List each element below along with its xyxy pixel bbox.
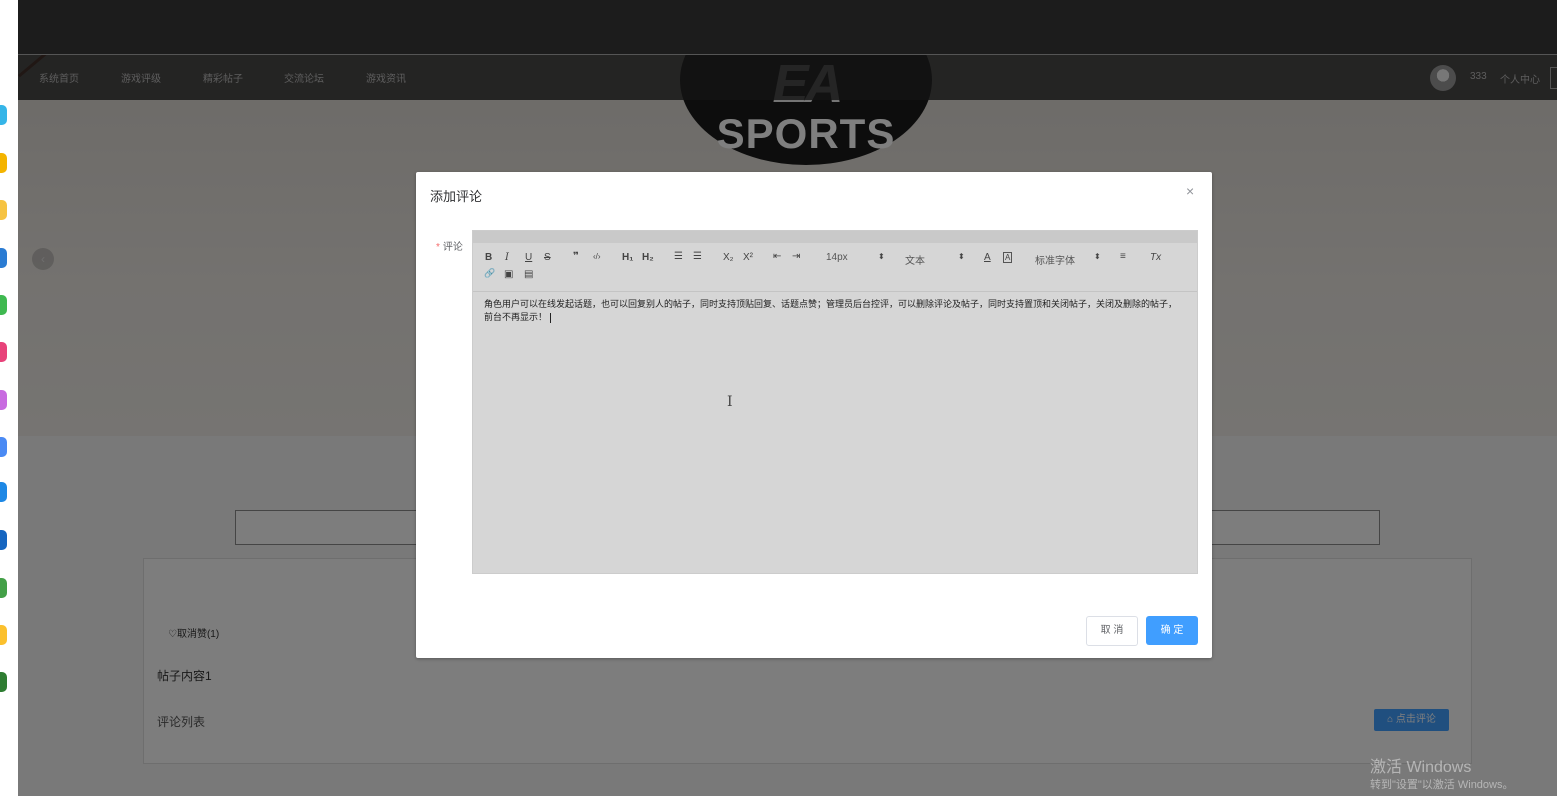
chevron-updown-icon[interactable]: ⬍ [958, 252, 965, 261]
outdent-icon[interactable]: ⇤ [773, 251, 781, 262]
font-select[interactable]: 标准字体 [1035, 252, 1075, 267]
ordered-list-icon[interactable]: ☰ [674, 251, 683, 262]
app-icon[interactable] [0, 105, 7, 125]
editor-top-strip [473, 231, 1197, 243]
bold-icon[interactable]: B [485, 252, 492, 263]
align-icon[interactable]: ≡ [1120, 251, 1126, 262]
background-color-icon[interactable]: A [1003, 252, 1013, 263]
windows-taskbar [0, 0, 19, 796]
app-icon[interactable] [0, 295, 7, 315]
confirm-button[interactable]: 确 定 [1146, 616, 1198, 645]
app-icon[interactable] [0, 390, 7, 410]
editor-text: 角色用户可以在线发起话题，也可以回复别人的帖子，同时支持顶贴回复、话题点赞；管理… [484, 299, 1178, 322]
cancel-button[interactable]: 取 消 [1086, 616, 1138, 646]
image-icon[interactable]: ▣ [504, 269, 513, 280]
app-icon[interactable] [0, 625, 7, 645]
app-icon[interactable] [0, 482, 7, 502]
link-icon[interactable]: 🔗 [484, 268, 495, 279]
text-cursor-icon: I [727, 394, 733, 410]
chevron-updown-icon[interactable]: ⬍ [1094, 252, 1101, 261]
close-icon[interactable]: × [1186, 183, 1194, 199]
comment-label-text: 评论 [442, 242, 463, 253]
header-2-icon[interactable]: H₂ [642, 252, 654, 263]
header-1-icon[interactable]: H₁ [622, 252, 633, 263]
video-icon[interactable]: ▤ [524, 269, 533, 280]
dialog-title: 添加评论 [430, 189, 483, 204]
app-icon[interactable] [0, 578, 7, 598]
windows-activation-watermark: 激活 Windows [1370, 759, 1472, 776]
code-block-icon[interactable]: ‹/› [593, 252, 601, 261]
editor-toolbar: B I U S ❞ ‹/› H₁ H₂ ☰ ☰ X₂ X² ⇤ ⇥ 14px ⬍… [473, 243, 1197, 292]
indent-icon[interactable]: ⇥ [792, 251, 800, 262]
blockquote-icon[interactable]: ❞ [573, 251, 579, 262]
subscript-icon[interactable]: X₂ [723, 252, 734, 263]
italic-icon[interactable]: I [505, 252, 509, 263]
bullet-list-icon[interactable]: ☰ [693, 251, 702, 262]
app-icon[interactable] [0, 200, 7, 220]
font-color-icon[interactable]: A [984, 252, 991, 263]
underline-icon[interactable]: U [525, 252, 532, 263]
header-select[interactable]: 文本 [905, 252, 925, 267]
chevron-updown-icon[interactable]: ⬍ [878, 252, 885, 261]
app-icon[interactable] [0, 342, 7, 362]
add-comment-dialog: 添加评论 × * 评论 B I U S ❞ ‹/› H₁ H₂ ☰ ☰ X₂ X²… [416, 172, 1212, 658]
size-select[interactable]: 14px [826, 252, 848, 263]
app-icon[interactable] [0, 530, 7, 550]
windows-activation-hint: 转到"设置"以激活 Windows。 [1370, 779, 1514, 791]
app-icon[interactable] [0, 248, 7, 268]
strikethrough-icon[interactable]: S [544, 252, 551, 263]
comment-field-label: * 评论 [436, 238, 463, 253]
app-icon[interactable] [0, 672, 7, 692]
app-icon[interactable] [0, 437, 7, 457]
superscript-icon[interactable]: X² [743, 252, 753, 263]
clear-format-icon[interactable]: Tx [1150, 252, 1161, 263]
text-caret [550, 312, 552, 323]
browser-topbar [18, 0, 1557, 55]
required-mark: * [436, 242, 440, 253]
app-icon[interactable] [0, 153, 7, 173]
editor-content[interactable]: 角色用户可以在线发起话题，也可以回复别人的帖子，同时支持顶贴回复、话题点赞；管理… [484, 298, 1184, 324]
rich-text-editor[interactable]: B I U S ❞ ‹/› H₁ H₂ ☰ ☰ X₂ X² ⇤ ⇥ 14px ⬍… [472, 230, 1198, 574]
